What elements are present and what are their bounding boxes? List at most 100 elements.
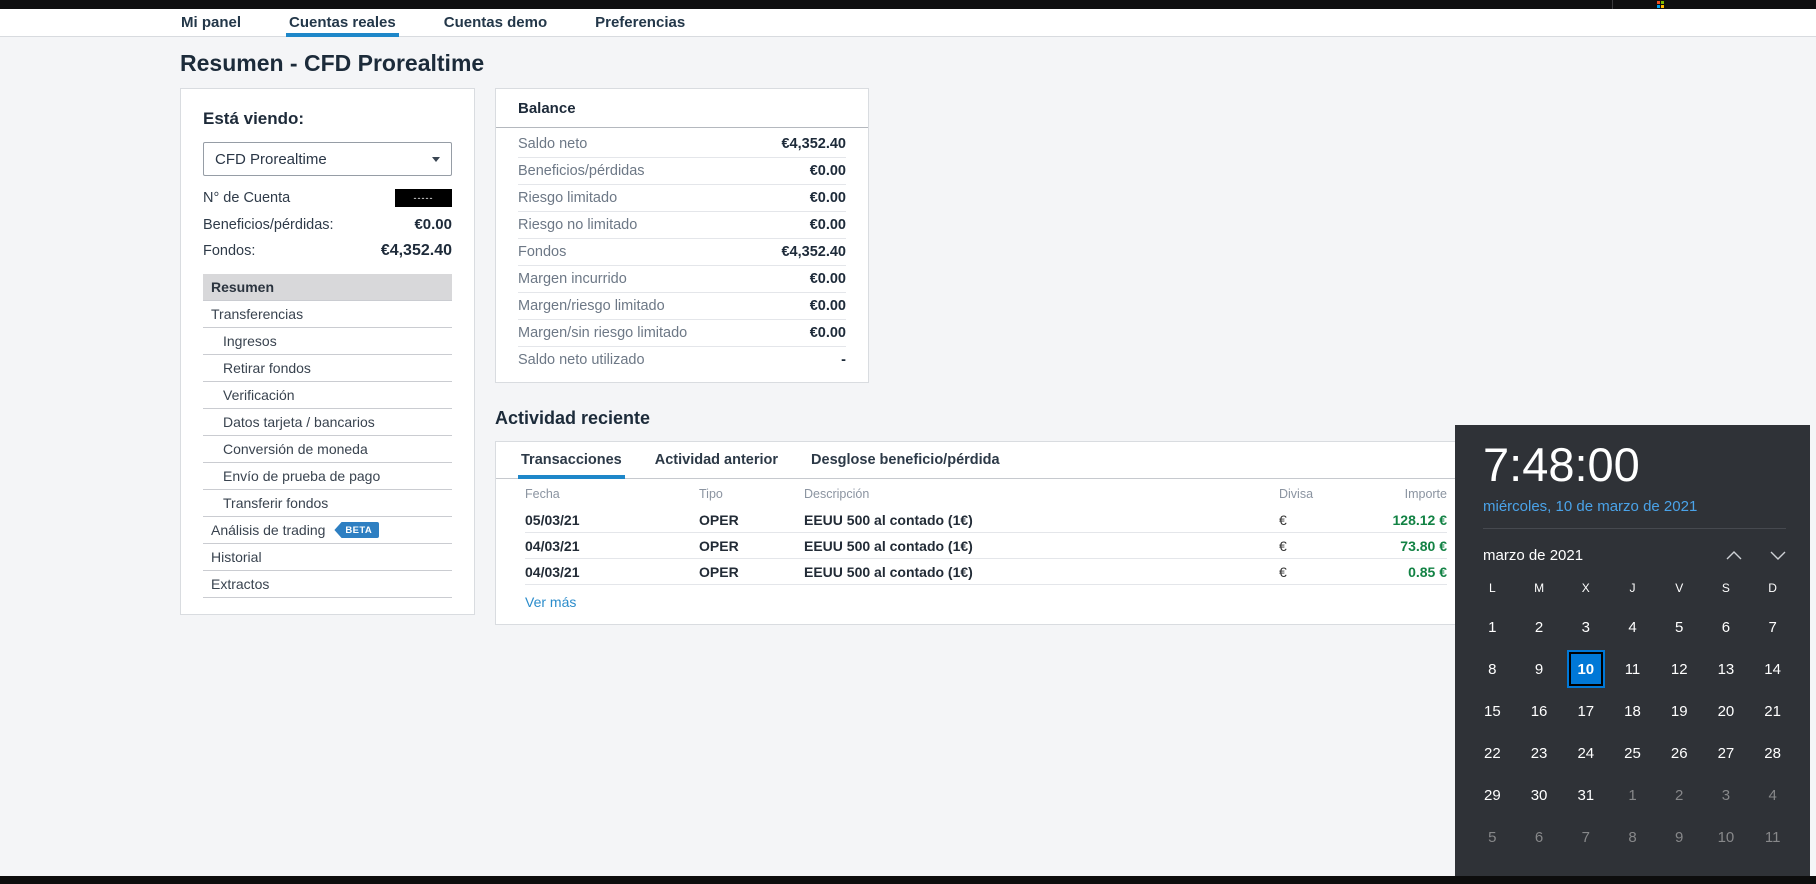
tab-transacciones[interactable]: Transacciones — [518, 442, 625, 478]
taskbar-app-icon[interactable] — [1657, 1, 1664, 8]
sidebar-item-extractos[interactable]: Extractos — [203, 571, 452, 598]
calendar-prev-button[interactable] — [1712, 542, 1756, 568]
taskbar-divider — [1612, 0, 1613, 9]
cell-tipo: OPER — [699, 538, 804, 554]
calendar-day[interactable]: 14 — [1749, 648, 1796, 690]
top-taskbar — [0, 0, 1816, 9]
calendar-day[interactable]: 24 — [1562, 732, 1609, 774]
sidebar-menu: Resumen Transferencias Ingresos Retirar … — [203, 274, 452, 598]
calendar-day[interactable]: 30 — [1516, 774, 1563, 816]
calendar-day[interactable]: 9 — [1516, 648, 1563, 690]
cell-importe: 0.85 € — [1369, 564, 1447, 580]
calendar-day[interactable]: 31 — [1562, 774, 1609, 816]
calendar-next-button[interactable] — [1756, 542, 1800, 568]
account-select[interactable]: CFD Prorealtime — [203, 142, 452, 176]
nav-tab-cuentas-reales[interactable]: Cuentas reales — [286, 9, 399, 36]
activity-tabs: Transacciones Actividad anterior Desglos… — [496, 442, 1461, 479]
sidebar-item-retirar-fondos[interactable]: Retirar fondos — [203, 355, 452, 382]
calendar-day[interactable]: 2 — [1516, 606, 1563, 648]
calendar-day[interactable]: 11 — [1609, 648, 1656, 690]
pnl-row: Beneficios/pérdidas: €0.00 — [203, 216, 452, 233]
account-number-label: N° de Cuenta — [203, 190, 290, 206]
calendar-day[interactable]: 15 — [1469, 690, 1516, 732]
calendar-day[interactable]: 3 — [1562, 606, 1609, 648]
tab-desglose-beneficio-perdida[interactable]: Desglose beneficio/pérdida — [808, 442, 1003, 478]
cell-divisa: € — [1279, 512, 1369, 528]
calendar-day-muted[interactable]: 1 — [1609, 774, 1656, 816]
sidebar-item-datos-tarjeta[interactable]: Datos tarjeta / bancarios — [203, 409, 452, 436]
calendar-day[interactable]: 4 — [1609, 606, 1656, 648]
calendar-day-muted[interactable]: 11 — [1749, 816, 1796, 858]
calendar-day[interactable]: 13 — [1703, 648, 1750, 690]
calendar-day[interactable]: 20 — [1703, 690, 1750, 732]
calendar-day[interactable]: 27 — [1703, 732, 1750, 774]
calendar-day-muted[interactable]: 9 — [1656, 816, 1703, 858]
sidebar-item-verificacion[interactable]: Verificación — [203, 382, 452, 409]
sidebar-item-envio-prueba-pago[interactable]: Envío de prueba de pago — [203, 463, 452, 490]
sidebar-item-transferencias[interactable]: Transferencias — [203, 301, 452, 328]
calendar-day[interactable]: 7 — [1749, 606, 1796, 648]
calendar-day[interactable]: 19 — [1656, 690, 1703, 732]
col-divisa: Divisa — [1279, 487, 1369, 501]
calendar-day[interactable]: 5 — [1656, 606, 1703, 648]
calendar-day-muted[interactable]: 5 — [1469, 816, 1516, 858]
calendar-day[interactable]: 12 — [1656, 648, 1703, 690]
clock-date-link[interactable]: miércoles, 10 de marzo de 2021 — [1483, 498, 1786, 515]
balance-row: Saldo neto€4,352.40 — [518, 131, 846, 158]
calendar-month-label[interactable]: marzo de 2021 — [1483, 547, 1712, 564]
sidebar-item-ingresos[interactable]: Ingresos — [203, 328, 452, 355]
calendar-day-muted[interactable]: 4 — [1749, 774, 1796, 816]
calendar-day[interactable]: 26 — [1656, 732, 1703, 774]
sidebar-item-analisis-trading[interactable]: Análisis de trading BETA — [203, 517, 452, 544]
funds-value: €4,352.40 — [381, 242, 452, 260]
calendar-day[interactable]: 22 — [1469, 732, 1516, 774]
sidebar-item-transferir-fondos[interactable]: Transferir fondos — [203, 490, 452, 517]
balance-row: Riesgo no limitado€0.00 — [518, 212, 846, 239]
balance-title: Balance — [496, 89, 868, 128]
calendar-day[interactable]: 21 — [1749, 690, 1796, 732]
nav-tab-cuentas-demo[interactable]: Cuentas demo — [441, 9, 550, 36]
cell-descripcion: EEUU 500 al contado (1€) — [804, 538, 1279, 554]
calendar-day[interactable]: 8 — [1469, 648, 1516, 690]
clock-calendar-flyout: 7:48:00 miércoles, 10 de marzo de 2021 m… — [1455, 425, 1810, 876]
table-row: 04/03/21 OPER EEUU 500 al contado (1€) €… — [525, 559, 1447, 585]
nav-tab-preferencias[interactable]: Preferencias — [592, 9, 688, 36]
calendar-day[interactable]: 17 — [1562, 690, 1609, 732]
clock-area: 7:48:00 miércoles, 10 de marzo de 2021 — [1455, 425, 1810, 529]
table-header-row: Fecha Tipo Descripción Divisa Importe — [525, 481, 1447, 507]
funds-label: Fondos: — [203, 243, 255, 259]
calendar-day[interactable]: 29 — [1469, 774, 1516, 816]
calendar-day[interactable]: 18 — [1609, 690, 1656, 732]
funds-row: Fondos: €4,352.40 — [203, 242, 452, 260]
calendar-day-selected[interactable]: 10 — [1562, 648, 1609, 690]
table-row: 05/03/21 OPER EEUU 500 al contado (1€) €… — [525, 507, 1447, 533]
calendar-day-muted[interactable]: 3 — [1703, 774, 1750, 816]
calendar-day[interactable]: 25 — [1609, 732, 1656, 774]
calendar-day-muted[interactable]: 6 — [1516, 816, 1563, 858]
calendar-day[interactable]: 28 — [1749, 732, 1796, 774]
calendar-day[interactable]: 1 — [1469, 606, 1516, 648]
tab-actividad-anterior[interactable]: Actividad anterior — [652, 442, 781, 478]
cell-tipo: OPER — [699, 564, 804, 580]
activity-card: Transacciones Actividad anterior Desglos… — [495, 441, 1462, 625]
account-viewer-card: Está viendo: CFD Prorealtime N° de Cuent… — [180, 88, 475, 615]
calendar-day[interactable]: 16 — [1516, 690, 1563, 732]
cell-fecha: 04/03/21 — [525, 564, 699, 580]
sidebar-item-conversion-moneda[interactable]: Conversión de moneda — [203, 436, 452, 463]
calendar-grid: 1 2 3 4 5 6 7 8 9 10 11 12 13 14 15 16 1… — [1455, 606, 1810, 858]
calendar-day[interactable]: 23 — [1516, 732, 1563, 774]
sidebar-item-resumen[interactable]: Resumen — [203, 274, 452, 301]
beta-badge: BETA — [334, 522, 379, 538]
sidebar-item-historial[interactable]: Historial — [203, 544, 452, 571]
nav-tab-mi-panel[interactable]: Mi panel — [178, 9, 244, 36]
calendar-day[interactable]: 6 — [1703, 606, 1750, 648]
calendar-day-muted[interactable]: 10 — [1703, 816, 1750, 858]
cell-tipo: OPER — [699, 512, 804, 528]
calendar-day-muted[interactable]: 7 — [1562, 816, 1609, 858]
cell-divisa: € — [1279, 538, 1369, 554]
calendar-day-muted[interactable]: 2 — [1656, 774, 1703, 816]
ver-mas-link[interactable]: Ver más — [525, 594, 576, 610]
pnl-label: Beneficios/pérdidas: — [203, 217, 334, 233]
cell-descripcion: EEUU 500 al contado (1€) — [804, 564, 1279, 580]
calendar-day-muted[interactable]: 8 — [1609, 816, 1656, 858]
